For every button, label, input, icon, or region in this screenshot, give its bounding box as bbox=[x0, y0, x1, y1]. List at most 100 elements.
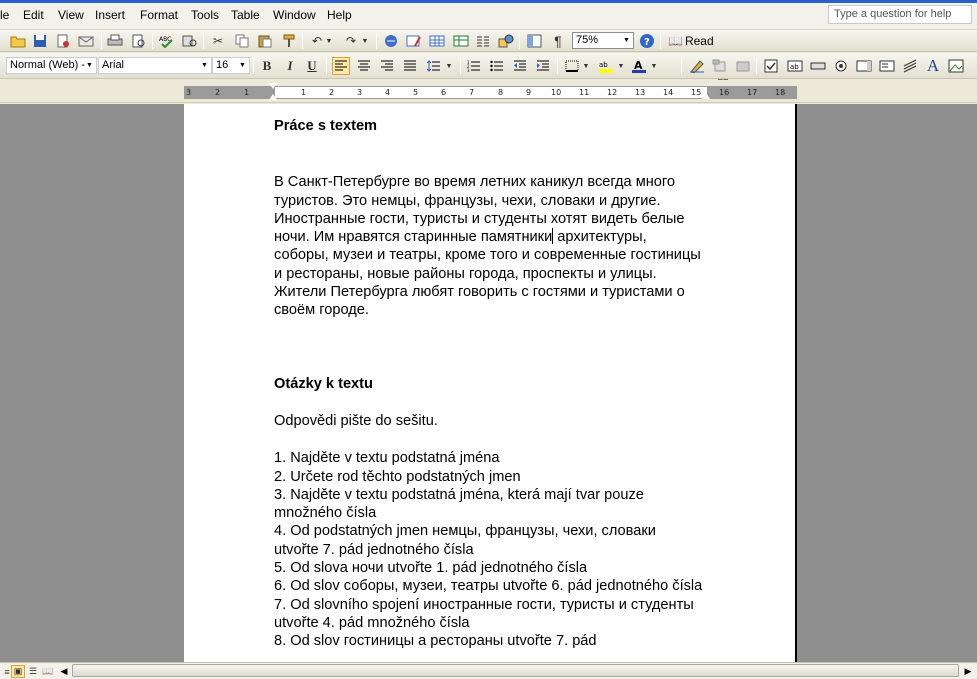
first-line-indent-marker[interactable] bbox=[269, 83, 277, 89]
borders-dropdown-icon[interactable]: ▼ bbox=[581, 57, 591, 75]
document-map-icon[interactable] bbox=[526, 32, 544, 50]
research-icon[interactable] bbox=[181, 32, 199, 50]
justify-button[interactable] bbox=[401, 57, 419, 75]
help-search-input[interactable]: Type a question for help bbox=[828, 5, 972, 24]
label-control-icon[interactable]: A bbox=[924, 56, 942, 75]
ruler-tick-label: 16 bbox=[719, 88, 730, 97]
print-preview-icon[interactable] bbox=[130, 32, 148, 50]
menu-file[interactable]: le bbox=[0, 8, 9, 22]
bullets-icon[interactable] bbox=[488, 57, 506, 75]
right-indent-marker[interactable] bbox=[702, 93, 710, 99]
question-item: 8. Od slov гостиницы а рестораны utvořte… bbox=[274, 633, 597, 650]
combobox-control-icon[interactable] bbox=[878, 57, 896, 75]
font-size-select[interactable]: 16 ▼ bbox=[212, 57, 250, 74]
checkbox-control-icon[interactable] bbox=[762, 57, 780, 75]
columns-icon[interactable] bbox=[474, 32, 492, 50]
highlight-icon[interactable]: ab bbox=[597, 57, 615, 75]
help-icon[interactable]: ? bbox=[638, 32, 656, 50]
formatting-toolbar: Normal (Web) - ▼ Arial ▼ 16 ▼ B I U ▼ 123 ▼… bbox=[0, 53, 977, 131]
undo-dropdown-icon[interactable]: ▼ bbox=[324, 32, 334, 50]
document-page[interactable]: Práce s textem В Санкт-Петербурге во вре… bbox=[184, 104, 797, 662]
insert-table-icon[interactable] bbox=[428, 32, 446, 50]
highlight-dropdown-icon[interactable]: ▼ bbox=[616, 57, 626, 75]
font-color-icon[interactable]: A bbox=[630, 57, 648, 75]
italic-button[interactable]: I bbox=[281, 57, 299, 75]
show-hide-icon[interactable]: ¶ bbox=[549, 32, 567, 50]
svg-text:ab: ab bbox=[790, 63, 799, 71]
hanging-indent-marker[interactable] bbox=[269, 94, 277, 100]
zoom-select[interactable]: 75% ▼ bbox=[572, 32, 634, 49]
properties-icon[interactable] bbox=[711, 57, 729, 75]
redo-dropdown-icon[interactable]: ▼ bbox=[360, 32, 370, 50]
copy-icon[interactable] bbox=[233, 32, 251, 50]
toggle-button-control-icon[interactable] bbox=[901, 57, 919, 75]
save-icon[interactable] bbox=[31, 32, 49, 50]
svg-text:?: ? bbox=[644, 37, 650, 48]
borders-icon[interactable] bbox=[563, 57, 581, 75]
document-content[interactable]: Práce s textem В Санкт-Петербурге во вре… bbox=[274, 117, 704, 651]
cut-icon[interactable]: ✂ bbox=[209, 32, 227, 50]
menu-window[interactable]: Window bbox=[273, 8, 316, 22]
style-select[interactable]: Normal (Web) - ▼ bbox=[6, 57, 97, 74]
format-painter-icon[interactable] bbox=[280, 32, 298, 50]
spelling-icon[interactable]: ABC bbox=[158, 32, 176, 50]
menu-format[interactable]: Format bbox=[140, 8, 178, 22]
separator bbox=[253, 58, 254, 74]
font-size-value: 16 bbox=[216, 59, 229, 71]
underline-button[interactable]: U bbox=[303, 57, 321, 75]
ruler-tick-label: 4 bbox=[385, 88, 391, 97]
scroll-thumb[interactable] bbox=[72, 664, 959, 677]
web-layout-view-icon[interactable]: ▣ bbox=[11, 665, 25, 678]
hyperlink-icon[interactable] bbox=[383, 32, 401, 50]
line-spacing-dropdown-icon[interactable]: ▼ bbox=[444, 57, 454, 75]
menu-tools[interactable]: Tools bbox=[191, 8, 219, 22]
scroll-left-icon[interactable]: ◀ bbox=[57, 664, 71, 678]
view-code-icon[interactable] bbox=[734, 57, 752, 75]
align-left-button[interactable] bbox=[332, 57, 350, 75]
read-button[interactable]: 📖 Read bbox=[666, 32, 716, 50]
ruler-tick-label: 5 bbox=[413, 88, 419, 97]
reading-layout-view-icon[interactable]: 📖 bbox=[41, 665, 55, 678]
title-bar-edge bbox=[0, 0, 977, 3]
decrease-indent-icon[interactable] bbox=[511, 57, 529, 75]
option-button-control-icon[interactable] bbox=[832, 57, 850, 75]
line-spacing-icon[interactable] bbox=[425, 57, 443, 75]
ruler-tick-label: 8 bbox=[498, 88, 504, 97]
bold-button[interactable]: B bbox=[258, 57, 276, 75]
separator bbox=[326, 58, 327, 74]
numbering-icon[interactable]: 123 bbox=[465, 57, 483, 75]
chevron-down-icon: ▼ bbox=[201, 62, 208, 69]
font-value: Arial bbox=[102, 59, 125, 71]
scroll-right-icon[interactable]: ▶ bbox=[961, 664, 975, 678]
menu-edit[interactable]: Edit bbox=[23, 8, 44, 22]
print-layout-view-icon[interactable]: ☰ bbox=[26, 665, 40, 678]
font-color-dropdown-icon[interactable]: ▼ bbox=[649, 57, 659, 75]
drawing-icon[interactable] bbox=[497, 32, 515, 50]
insert-excel-icon[interactable] bbox=[452, 32, 470, 50]
permission-icon[interactable] bbox=[54, 32, 72, 50]
print-icon[interactable] bbox=[106, 32, 124, 50]
textbox-control-icon[interactable]: ab bbox=[786, 57, 804, 75]
tables-borders-icon[interactable] bbox=[405, 32, 423, 50]
image-control-icon[interactable] bbox=[947, 57, 965, 75]
email-icon[interactable] bbox=[77, 32, 95, 50]
menu-view[interactable]: View bbox=[58, 8, 84, 22]
ruler-tick-label: 10 bbox=[551, 88, 562, 97]
menu-help[interactable]: Help bbox=[327, 8, 352, 22]
font-select[interactable]: Arial ▼ bbox=[98, 57, 212, 74]
zoom-value: 75% bbox=[576, 34, 599, 46]
listbox-control-icon[interactable] bbox=[855, 57, 873, 75]
redo-icon[interactable]: ↷ bbox=[342, 32, 360, 50]
paste-icon[interactable] bbox=[256, 32, 274, 50]
increase-indent-icon[interactable] bbox=[534, 57, 552, 75]
align-center-button[interactable] bbox=[355, 57, 373, 75]
menu-insert[interactable]: Insert bbox=[95, 8, 125, 22]
horizontal-scrollbar[interactable]: ≡ ▣ ☰ 📖 ◀ ▶ bbox=[0, 662, 977, 679]
ruler-tick-label: 18 bbox=[775, 88, 786, 97]
command-button-control-icon[interactable] bbox=[809, 57, 827, 75]
menu-table[interactable]: Table bbox=[231, 8, 260, 22]
design-mode-icon[interactable] bbox=[688, 57, 706, 75]
align-right-button[interactable] bbox=[378, 57, 396, 75]
open-icon[interactable] bbox=[9, 32, 27, 50]
